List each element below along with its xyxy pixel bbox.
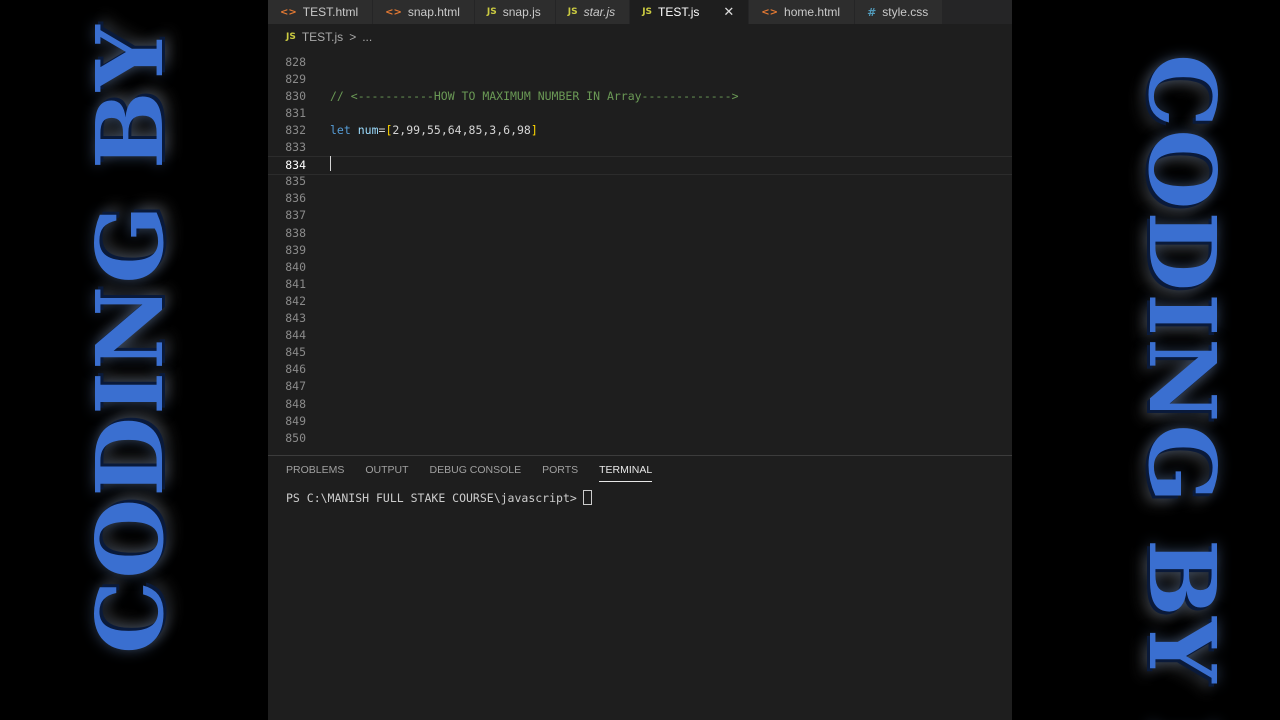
code-line[interactable]: 836 [268, 190, 1012, 207]
terminal[interactable]: PS C:\MANISH FULL STAKE COURSE\javascrip… [268, 484, 1012, 505]
banner-text: CODING BY MONSTER [76, 0, 184, 654]
line-number: 833 [285, 140, 306, 154]
code-area[interactable]: 828 829 830 // <-----------HOW TO MAXIMUM N… [268, 49, 1012, 454]
line-number: 836 [285, 191, 306, 206]
line-number: 842 [285, 293, 306, 308]
line-number: 829 [285, 71, 306, 86]
line-number: 841 [285, 276, 306, 291]
line-content: // <-----------HOW TO MAXIMUM NUMBER IN … [330, 89, 739, 103]
code-line[interactable]: 849 [268, 412, 1012, 429]
panel-tab-bar: PROBLEMS OUTPUT DEBUG CONSOLE PORTS TERMINAL [268, 456, 1012, 484]
code-line[interactable]: 835 [268, 173, 1012, 190]
terminal-prompt: PS C:\MANISH FULL STAKE COURSE\javascrip… [286, 490, 577, 505]
code-line[interactable]: 845 [268, 344, 1012, 361]
js-file-icon: JS [567, 7, 578, 17]
editor-tab-bar: <> TEST.html <> snap.html JS snap.js JS star.js… [268, 0, 1012, 25]
code-line[interactable]: 837 [268, 207, 1012, 224]
code-line[interactable]: 838 [268, 224, 1012, 241]
code-token: // <-----------HOW TO MAXIMUM NUMBER IN … [330, 88, 739, 103]
line-number: 837 [285, 208, 306, 223]
code-line[interactable]: 848 [268, 395, 1012, 412]
line-number: 831 [285, 105, 306, 120]
breadcrumb-separator: > [349, 30, 357, 44]
code-line[interactable]: 828 [268, 53, 1012, 70]
tab-test-js[interactable]: JS TEST.js ✕ [630, 0, 750, 24]
banner-text: CODING BY MONSTER [1128, 54, 1236, 720]
css-file-icon: # [867, 5, 877, 19]
line-number: 832 [285, 122, 306, 137]
code-token: ] [530, 122, 538, 137]
code-line[interactable]: 846 [268, 361, 1012, 378]
line-number: 839 [285, 242, 306, 257]
code-token: num [357, 122, 379, 137]
breadcrumb-symbol[interactable]: ... [362, 30, 372, 44]
line-number: 848 [285, 396, 306, 411]
html-file-icon: <> [385, 6, 402, 18]
tab-home-html[interactable]: <> home.html [749, 0, 856, 24]
code-token: let [330, 122, 351, 137]
code-line[interactable]: 843 [268, 310, 1012, 327]
html-file-icon: <> [280, 6, 297, 18]
line-number: 840 [285, 259, 306, 274]
tab-label: style.css [882, 5, 929, 19]
code-line[interactable]: 829 [268, 70, 1012, 87]
line-number: 846 [285, 362, 306, 377]
code-token: 2,99,55,64,85,3,6,98 [392, 122, 531, 137]
code-line[interactable]: 842 [268, 292, 1012, 309]
line-content: let num=[2,99,55,64,85,3,6,98] [330, 123, 538, 137]
breadcrumb-file[interactable]: TEST.js [302, 30, 343, 44]
panel-tab-output[interactable]: OUTPUT [365, 456, 408, 484]
code-line[interactable]: 844 [268, 327, 1012, 344]
code-line[interactable]: 832 let num=[2,99,55,64,85,3,6,98] [268, 121, 1012, 138]
js-file-icon: JS [642, 7, 653, 17]
tab-style-css[interactable]: # style.css [855, 0, 944, 24]
code-line[interactable]: 841 [268, 275, 1012, 292]
line-number: 847 [285, 379, 306, 394]
line-number: 830 [285, 88, 306, 103]
code-line[interactable]: 847 [268, 378, 1012, 395]
tab-snap-js[interactable]: JS snap.js [474, 0, 556, 24]
line-number: 850 [285, 430, 306, 445]
tab-label: home.html [784, 5, 841, 19]
code-line[interactable]: 831 [268, 104, 1012, 121]
code-line[interactable]: 850 [268, 429, 1012, 446]
code-line[interactable]: 839 [268, 241, 1012, 258]
tab-label: TEST.js [658, 5, 700, 19]
line-number: 845 [285, 345, 306, 360]
tab-label: star.js [583, 5, 616, 19]
right-banner: CODING BY MONSTER [1012, 0, 1280, 720]
line-number: 843 [285, 311, 306, 325]
js-file-icon: JS [286, 32, 296, 42]
line-number: 835 [285, 174, 306, 189]
tab-snap-html[interactable]: <> snap.html [373, 0, 475, 24]
html-file-icon: <> [761, 6, 779, 18]
line-number: 849 [285, 413, 306, 428]
line-content [330, 156, 331, 174]
line-number: 828 [285, 54, 306, 69]
tab-test-html[interactable]: <> TEST.html [268, 0, 374, 24]
breadcrumb: JS TEST.js > ... [268, 25, 1012, 49]
code-line[interactable]: 833 [268, 139, 1012, 156]
text-cursor [330, 156, 331, 172]
panel-tab-debug-console[interactable]: DEBUG CONSOLE [430, 456, 522, 484]
code-line[interactable]: 830 // <-----------HOW TO MAXIMUM NUMBER … [268, 87, 1012, 104]
line-number: 834 [285, 158, 306, 173]
bottom-panel: PROBLEMS OUTPUT DEBUG CONSOLE PORTS TERMINAL… [268, 455, 1012, 720]
line-number: 844 [285, 328, 306, 343]
tab-star-js[interactable]: JS star.js [555, 0, 631, 24]
tab-label: TEST.html [302, 5, 359, 19]
left-banner: CODING BY MONSTER [0, 0, 268, 720]
line-number: 838 [285, 225, 306, 240]
panel-tab-terminal[interactable]: TERMINAL [599, 456, 653, 484]
js-file-icon: JS [486, 7, 497, 17]
tab-label: snap.html [407, 5, 460, 19]
terminal-cursor [582, 490, 592, 505]
tab-label: snap.js [502, 5, 541, 19]
close-icon[interactable]: ✕ [723, 4, 734, 20]
code-editor: <> TEST.html <> snap.html JS snap.js JS star.js… [268, 0, 1012, 720]
panel-tab-problems[interactable]: PROBLEMS [286, 456, 344, 484]
panel-tab-ports[interactable]: PORTS [542, 456, 578, 484]
code-line[interactable]: 840 [268, 258, 1012, 275]
